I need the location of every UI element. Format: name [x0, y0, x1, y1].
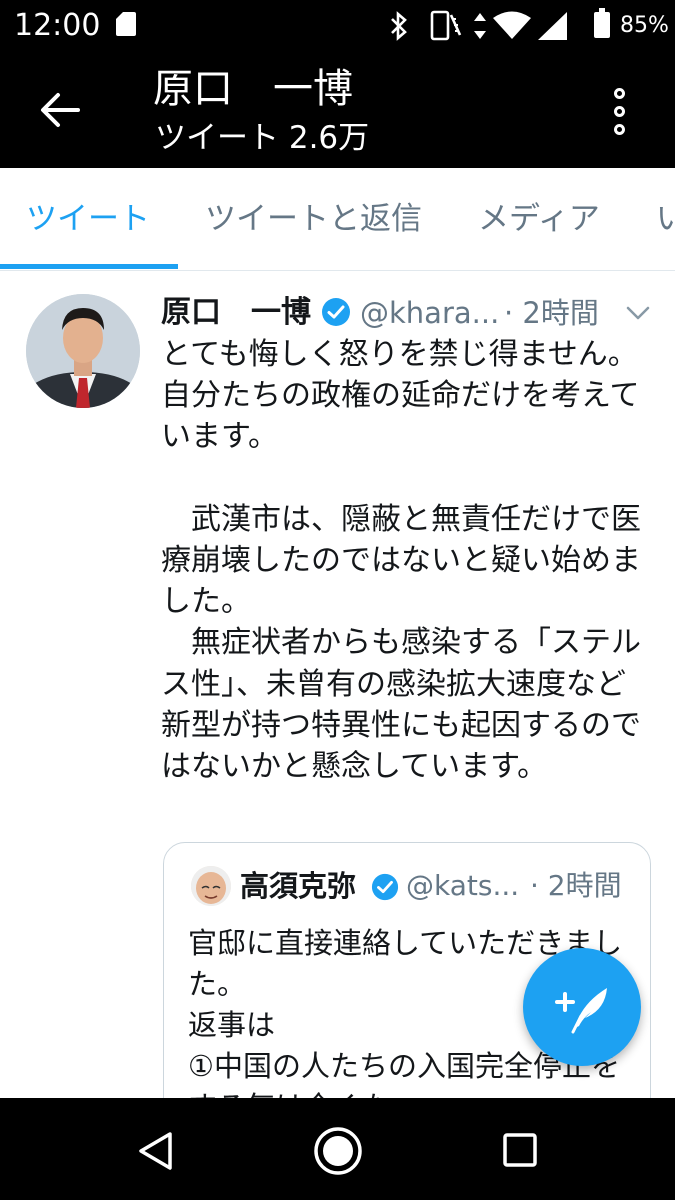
tab-tweets-and-replies[interactable]: ツイートと返信	[205, 196, 422, 242]
data-arrows-icon	[474, 13, 486, 39]
tweet-time: · 2時間	[504, 296, 599, 330]
tweet-handle: @khara...	[360, 296, 500, 330]
compose-feather-icon	[555, 988, 607, 1034]
tweet-count: ツイート 2.6万	[155, 120, 370, 156]
verified-badge-icon	[322, 298, 350, 326]
quoted-time: · 2時間	[530, 869, 622, 902]
cell-signal-icon	[538, 12, 567, 40]
profile-name: 原口 一博	[153, 66, 353, 112]
active-tab-indicator	[0, 264, 178, 269]
battery-percent: 85%	[620, 13, 669, 38]
tab-likes[interactable]: い	[656, 196, 675, 242]
sd-card-icon	[116, 12, 136, 36]
wifi-icon	[493, 11, 531, 39]
status-bar: 12:00 85%	[0, 0, 675, 52]
compose-tweet-button[interactable]	[523, 948, 641, 1066]
nav-back-icon[interactable]	[136, 1130, 176, 1172]
back-arrow-icon[interactable]	[38, 92, 82, 128]
tweet-body: とても悔しく怒りを禁じ得ません。自分たちの政権の延命だけを考えています。 武漢市…	[161, 337, 641, 785]
navigation-bar	[0, 1098, 675, 1200]
avatar[interactable]	[26, 294, 140, 408]
tab-media[interactable]: メディア	[478, 196, 600, 242]
quoted-avatar	[191, 866, 231, 906]
nav-recents-icon[interactable]	[502, 1132, 540, 1170]
status-time: 12:00	[14, 8, 101, 43]
more-options-icon[interactable]	[606, 86, 636, 136]
verified-badge-icon	[371, 873, 399, 901]
quoted-author-name: 高須克弥	[240, 869, 357, 903]
nav-home-icon[interactable]	[312, 1125, 364, 1177]
chevron-down-icon[interactable]	[626, 306, 650, 320]
bluetooth-icon	[391, 11, 407, 41]
vibrate-icon	[430, 10, 462, 41]
tweet-author-name: 原口 一博	[161, 295, 311, 330]
quoted-handle: @kats...	[406, 869, 520, 902]
tab-tweets[interactable]: ツイート	[26, 196, 150, 242]
battery-icon	[594, 12, 610, 38]
